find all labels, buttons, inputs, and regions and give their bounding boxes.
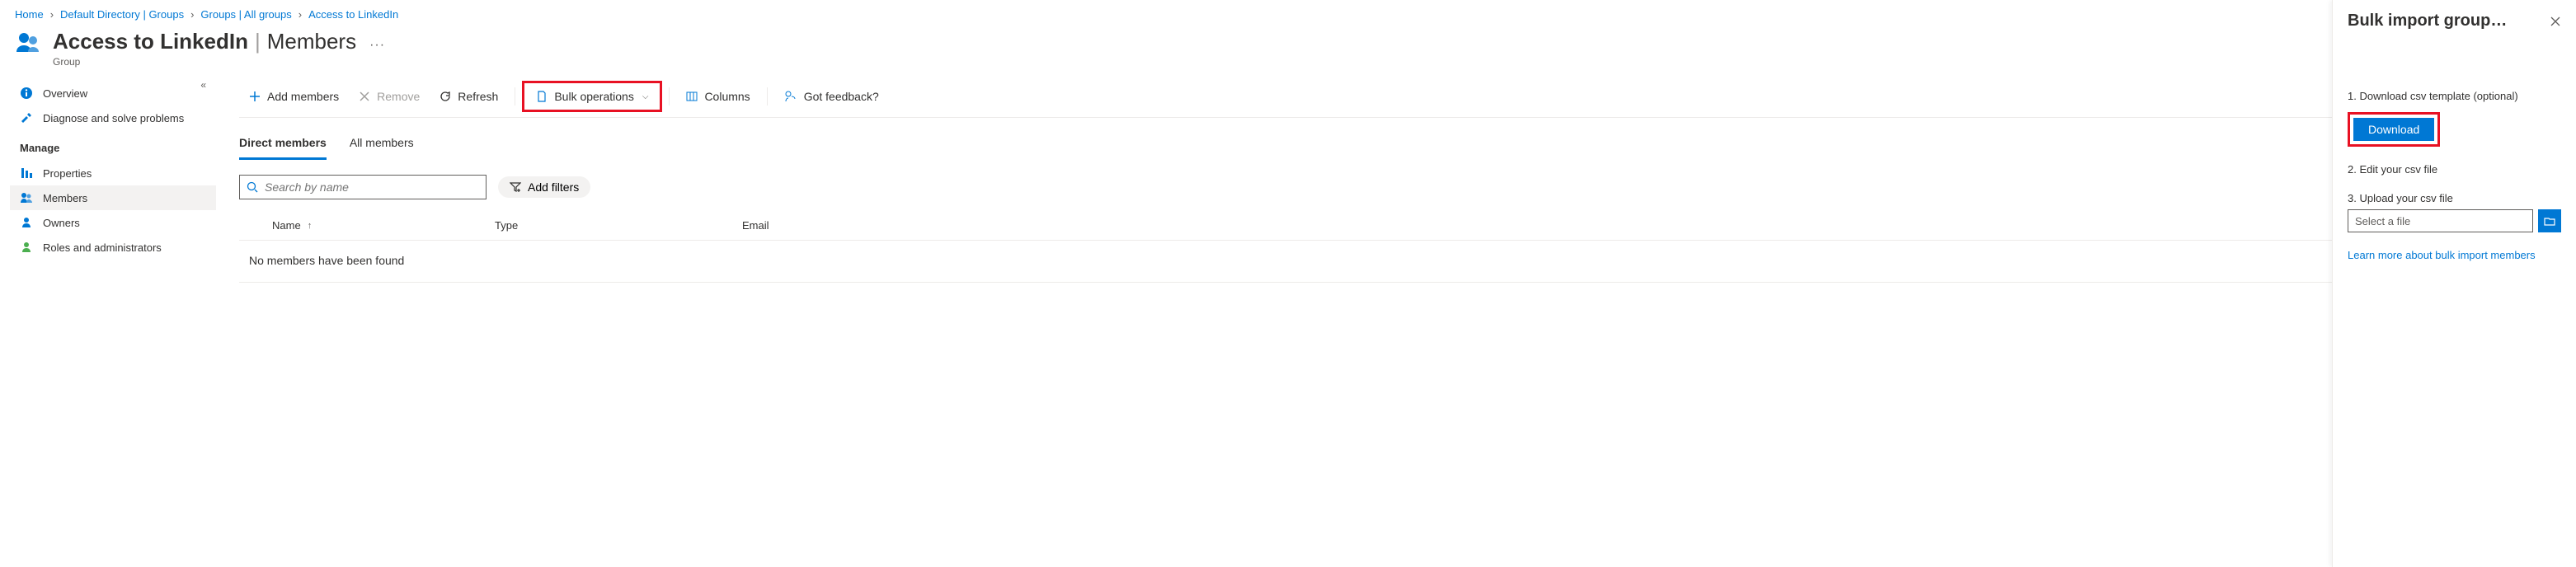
download-button[interactable]: Download xyxy=(2353,118,2434,141)
learn-more-link[interactable]: Learn more about bulk import members xyxy=(2348,249,2536,261)
sidebar-item-label: Properties xyxy=(43,167,92,180)
search-input[interactable] xyxy=(265,180,479,194)
sidebar-item-overview[interactable]: Overview xyxy=(10,81,216,105)
table-header: Name ↑ Type Email xyxy=(239,211,2556,241)
button-label: Columns xyxy=(704,90,750,103)
properties-icon xyxy=(20,166,33,180)
button-label: Got feedback? xyxy=(804,90,879,103)
toolbar-separator xyxy=(767,87,768,105)
collapse-sidebar-button[interactable]: « xyxy=(200,79,206,91)
bulk-operations-button[interactable]: Bulk operations ⌵ xyxy=(526,85,658,108)
remove-button: Remove xyxy=(349,85,430,108)
toolbar-separator xyxy=(669,87,670,105)
sidebar-item-label: Owners xyxy=(43,217,80,229)
folder-icon xyxy=(2544,215,2555,227)
members-icon xyxy=(20,191,33,204)
breadcrumb-current[interactable]: Access to LinkedIn xyxy=(308,8,398,21)
add-filters-button[interactable]: Add filters xyxy=(498,176,590,198)
highlight-box: Download xyxy=(2348,112,2440,147)
button-label: Refresh xyxy=(458,90,498,103)
col-type-header[interactable]: Type xyxy=(495,219,742,232)
chevron-right-icon: › xyxy=(298,8,302,21)
search-icon xyxy=(247,181,258,193)
search-row: Add filters xyxy=(239,175,2556,199)
wrench-icon xyxy=(20,111,33,124)
info-icon xyxy=(20,87,33,100)
feedback-button[interactable]: Got feedback? xyxy=(774,85,889,108)
columns-button[interactable]: Columns xyxy=(676,85,759,108)
button-label: Add members xyxy=(267,90,339,103)
sidebar-item-label: Overview xyxy=(43,87,87,100)
breadcrumb-groups[interactable]: Groups | All groups xyxy=(200,8,291,21)
col-label: Name xyxy=(272,219,301,232)
sidebar-item-diagnose[interactable]: Diagnose and solve problems xyxy=(10,105,216,130)
sidebar-section-manage: Manage xyxy=(10,130,216,161)
panel-step-1: 1. Download csv template (optional) xyxy=(2348,90,2561,102)
sidebar-item-roles[interactable]: Roles and administrators xyxy=(10,235,216,260)
panel-step-2: 2. Edit your csv file xyxy=(2348,163,2561,176)
sidebar-item-label: Members xyxy=(43,192,87,204)
sidebar-item-members[interactable]: Members xyxy=(10,185,216,210)
chevron-right-icon: › xyxy=(190,8,194,21)
button-label: Bulk operations xyxy=(554,90,634,103)
bulk-import-panel: Bulk import group… 1. Download csv templ… xyxy=(2332,0,2576,567)
chevron-down-icon: ⌵ xyxy=(642,92,649,101)
x-icon xyxy=(359,91,370,102)
sidebar: « Overview Diagnose and solve problems M… xyxy=(0,81,216,283)
panel-step-3: 3. Upload your csv file xyxy=(2348,192,2561,204)
page-header: Access to LinkedIn | Members ··· Group xyxy=(0,26,2576,81)
sidebar-item-properties[interactable]: Properties xyxy=(10,161,216,185)
refresh-button[interactable]: Refresh xyxy=(430,85,508,108)
table-empty-message: No members have been found xyxy=(239,241,2556,283)
button-label: Add filters xyxy=(528,180,579,194)
tabs: Direct members All members xyxy=(239,136,2556,160)
tab-direct-members[interactable]: Direct members xyxy=(239,136,327,160)
panel-title: Bulk import group… xyxy=(2348,12,2507,30)
toolbar: Add members Remove Refresh Bulk operatio… xyxy=(239,81,2556,118)
feedback-icon xyxy=(784,91,797,102)
file-select-input[interactable]: Select a file xyxy=(2348,209,2533,232)
columns-icon xyxy=(686,91,698,102)
filter-icon xyxy=(510,181,521,193)
col-name-header[interactable]: Name ↑ xyxy=(272,219,495,232)
title-separator: | xyxy=(255,29,261,54)
button-label: Remove xyxy=(377,90,420,103)
more-actions-button[interactable]: ··· xyxy=(369,38,385,53)
page-subtitle: Members xyxy=(267,29,356,54)
page-subtext: Group xyxy=(53,56,385,68)
tab-all-members[interactable]: All members xyxy=(350,136,414,160)
chevron-right-icon: › xyxy=(50,8,54,21)
main-content: Add members Remove Refresh Bulk operatio… xyxy=(216,81,2576,283)
sidebar-item-owners[interactable]: Owners xyxy=(10,210,216,235)
sort-asc-icon: ↑ xyxy=(308,221,313,231)
add-members-button[interactable]: Add members xyxy=(239,85,349,108)
breadcrumb-directory[interactable]: Default Directory | Groups xyxy=(60,8,184,21)
plus-icon xyxy=(249,91,261,102)
refresh-icon xyxy=(440,91,451,102)
col-email-header[interactable]: Email xyxy=(742,219,2556,232)
sidebar-item-label: Diagnose and solve problems xyxy=(43,112,184,124)
breadcrumb-home[interactable]: Home xyxy=(15,8,44,21)
group-icon xyxy=(15,29,41,55)
highlight-box: Bulk operations ⌵ xyxy=(522,81,662,112)
file-icon xyxy=(536,91,548,102)
owners-icon xyxy=(20,216,33,229)
browse-file-button[interactable] xyxy=(2538,209,2561,232)
breadcrumb: Home › Default Directory | Groups › Grou… xyxy=(0,0,2576,26)
search-box[interactable] xyxy=(239,175,487,199)
admin-icon xyxy=(20,241,33,254)
close-panel-button[interactable] xyxy=(2550,16,2561,27)
sidebar-item-label: Roles and administrators xyxy=(43,241,162,254)
page-title: Access to LinkedIn xyxy=(53,29,248,54)
